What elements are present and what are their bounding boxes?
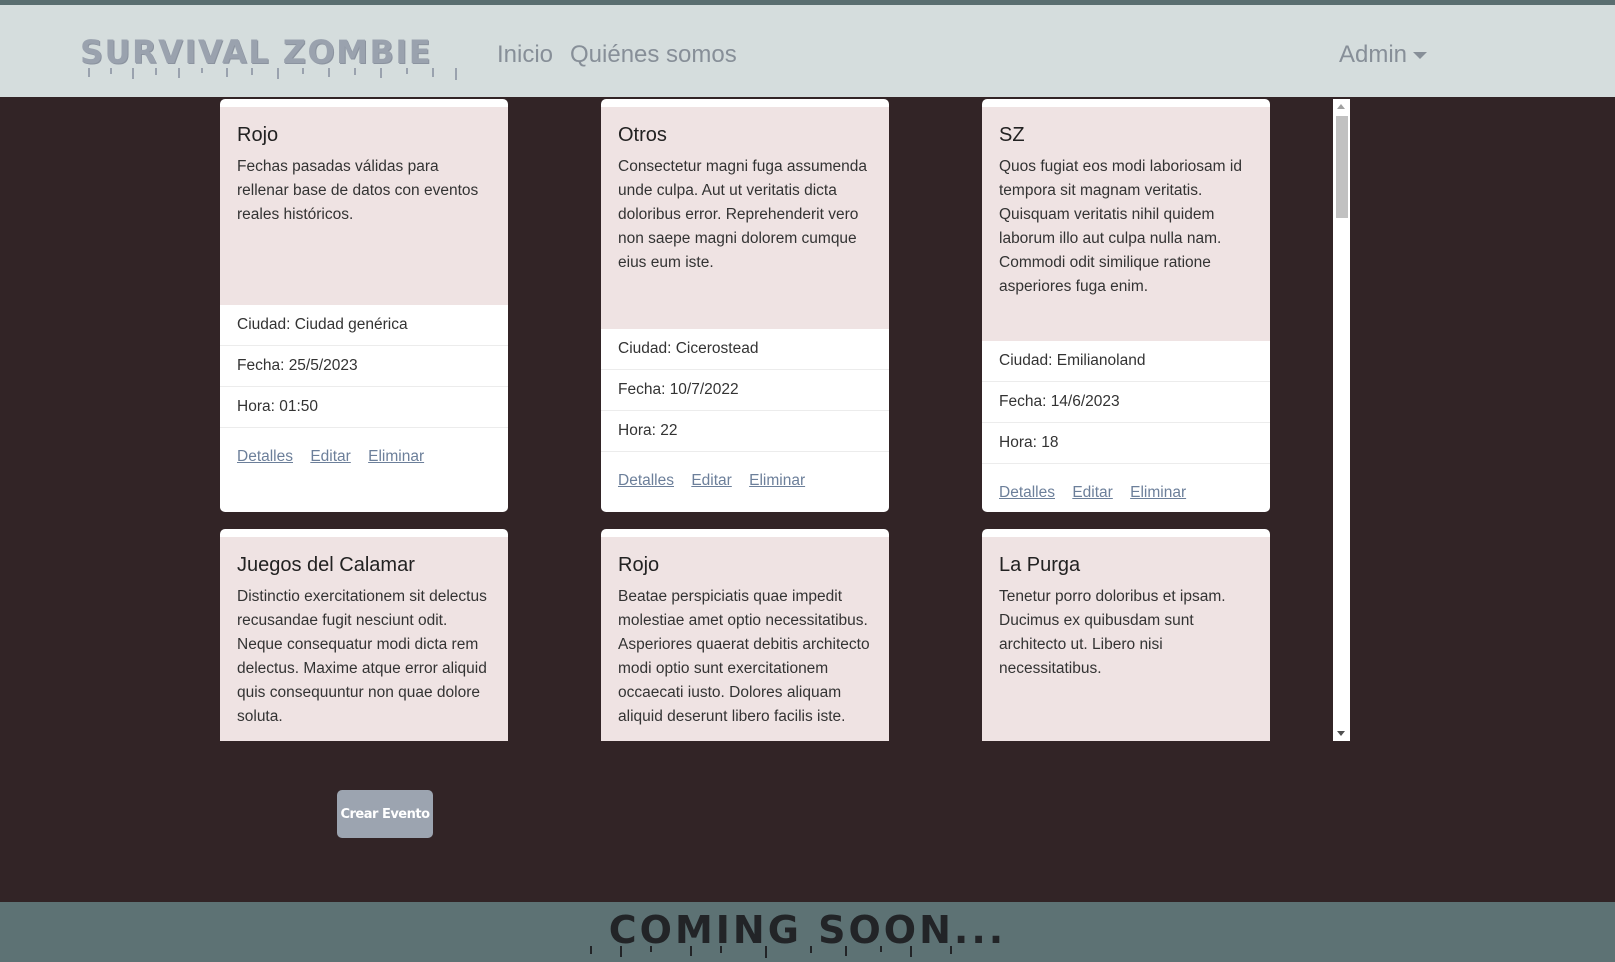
footer: COMING SOON...: [0, 902, 1615, 962]
event-description: Fechas pasadas válidas para rellenar bas…: [237, 158, 479, 223]
nav-inicio-link[interactable]: Inicio: [497, 41, 553, 69]
event-actions: Detalles Editar Eliminar: [220, 428, 508, 486]
event-card-body: Rojo Beatae perspiciatis quae impedit mo…: [601, 537, 889, 741]
details-link[interactable]: Detalles: [999, 484, 1055, 501]
event-description: Tenetur porro doloribus et ipsam. Ducimu…: [999, 588, 1226, 677]
details-link[interactable]: Detalles: [237, 448, 293, 465]
event-card-body: Juegos del Calamar Distinctio exercitati…: [220, 537, 508, 741]
event-title: La Purga: [999, 554, 1081, 576]
delete-link[interactable]: Eliminar: [368, 448, 424, 465]
event-actions: Detalles Editar Eliminar: [601, 452, 889, 510]
event-card-body: Otros Consectetur magni fuga assumenda u…: [601, 107, 889, 329]
admin-dropdown[interactable]: Admin: [1339, 41, 1428, 69]
create-event-button[interactable]: Crear Evento: [337, 790, 433, 838]
event-card: La Purga Tenetur porro doloribus et ipsa…: [982, 529, 1270, 741]
events-scroll-area[interactable]: Rojo Fechas pasadas válidas para rellena…: [220, 99, 1355, 741]
details-link[interactable]: Detalles: [618, 472, 674, 489]
event-description: Distinctio exercitationem sit delectus r…: [237, 588, 487, 725]
vertical-scrollbar[interactable]: [1333, 99, 1350, 741]
event-date: Fecha: 14/6/2023: [982, 382, 1270, 423]
event-title: Rojo: [618, 554, 660, 576]
event-card-body: SZ Quos fugiat eos modi laboriosam id te…: [982, 107, 1270, 341]
event-city: Ciudad: Emilianoland: [982, 341, 1270, 382]
edit-link[interactable]: Editar: [310, 448, 351, 465]
event-title: Juegos del Calamar: [237, 554, 415, 576]
event-card: SZ Quos fugiat eos modi laboriosam id te…: [982, 99, 1270, 512]
event-card-body: La Purga Tenetur porro doloribus et ipsa…: [982, 537, 1270, 741]
event-title: Rojo: [237, 124, 279, 146]
caret-down-icon: [1413, 52, 1428, 60]
event-time: Hora: 01:50: [220, 387, 508, 428]
event-date: Fecha: 10/7/2022: [601, 370, 889, 411]
event-title: SZ: [999, 124, 1025, 146]
scrollbar-thumb[interactable]: [1336, 116, 1348, 218]
admin-dropdown-label: Admin: [1339, 41, 1408, 68]
edit-link[interactable]: Editar: [1072, 484, 1113, 501]
event-card-body: Rojo Fechas pasadas válidas para rellena…: [220, 107, 508, 305]
event-description: Quos fugiat eos modi laboriosam id tempo…: [999, 158, 1242, 295]
event-actions: Detalles Editar Eliminar: [982, 464, 1270, 512]
event-description: Beatae perspiciatis quae impedit molesti…: [618, 588, 870, 725]
event-date: Fecha: 25/5/2023: [220, 346, 508, 387]
delete-link[interactable]: Eliminar: [749, 472, 805, 489]
edit-link[interactable]: Editar: [691, 472, 732, 489]
event-time: Hora: 18: [982, 423, 1270, 464]
event-card: Rojo Beatae perspiciatis quae impedit mo…: [601, 529, 889, 741]
event-card: Rojo Fechas pasadas válidas para rellena…: [220, 99, 508, 512]
navbar: SURVIVAL ZOMBIE Inicio Quiénes somos Adm…: [0, 5, 1615, 97]
event-description: Consectetur magni fuga assumenda unde cu…: [618, 158, 868, 271]
scroll-up-arrow-icon[interactable]: [1337, 104, 1345, 109]
brand-logo[interactable]: SURVIVAL ZOMBIE: [80, 33, 432, 71]
delete-link[interactable]: Eliminar: [1130, 484, 1186, 501]
brand-drips-icon: [88, 68, 457, 80]
event-card: Juegos del Calamar Distinctio exercitati…: [220, 529, 508, 741]
event-city: Ciudad: Cicerostead: [601, 329, 889, 370]
event-city: Ciudad: Ciudad genérica: [220, 305, 508, 346]
event-time: Hora: 22: [601, 411, 889, 452]
footer-drips-icon: [590, 946, 952, 958]
nav-quienes-somos-link[interactable]: Quiénes somos: [570, 41, 737, 69]
event-card: Otros Consectetur magni fuga assumenda u…: [601, 99, 889, 512]
event-title: Otros: [618, 124, 667, 146]
scroll-down-arrow-icon[interactable]: [1337, 731, 1345, 736]
